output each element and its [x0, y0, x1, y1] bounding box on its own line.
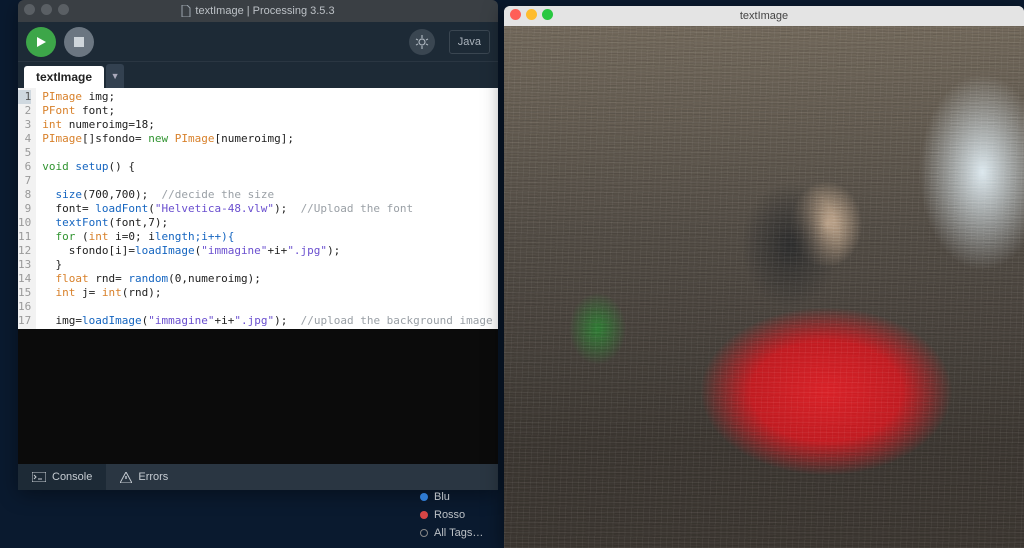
tag-dot-icon [420, 511, 428, 519]
finder-tags-panel: Blu Rosso All Tags… [420, 488, 520, 542]
mode-label: Java [458, 36, 481, 48]
file-icon [181, 5, 191, 17]
code-area[interactable]: PImage img;PFont font;int numeroimg=18;P… [36, 88, 498, 329]
tag-label: Rosso [434, 509, 465, 521]
tab-textimage[interactable]: textImage [24, 66, 104, 88]
tab-menu-button[interactable]: ▼ [106, 64, 124, 88]
zoom-icon[interactable] [542, 9, 553, 20]
sketch-title: textImage [740, 10, 788, 22]
sketch-window-controls [510, 9, 553, 20]
run-button[interactable] [26, 27, 56, 57]
tag-all[interactable]: All Tags… [420, 524, 520, 542]
console-output[interactable] [18, 329, 498, 464]
window-controls [24, 4, 69, 15]
tag-dot-icon [420, 493, 428, 501]
close-icon[interactable] [510, 9, 521, 20]
zoom-icon[interactable] [58, 4, 69, 15]
mode-selector[interactable]: Java [449, 30, 490, 54]
footer-tab-errors[interactable]: Errors [106, 464, 182, 490]
ide-footer: Console Errors [18, 464, 498, 490]
line-gutter: 1234567891011121314151617 [18, 88, 36, 329]
tab-bar: textImage ▼ [18, 62, 498, 88]
ide-toolbar: Java [18, 22, 498, 62]
tag-dot-icon [420, 529, 428, 537]
footer-console-label: Console [52, 471, 92, 483]
console-icon [32, 472, 46, 482]
sketch-titlebar[interactable]: textImage [504, 6, 1024, 26]
stop-button[interactable] [64, 27, 94, 57]
tag-blu[interactable]: Blu [420, 488, 520, 506]
close-icon[interactable] [24, 4, 35, 15]
tab-label: textImage [36, 70, 92, 84]
debug-button[interactable] [409, 29, 435, 55]
ide-title: textImage | Processing 3.5.3 [195, 5, 334, 17]
processing-ide-window: textImage | Processing 3.5.3 Java textIm… [18, 0, 498, 490]
minimize-icon[interactable] [41, 4, 52, 15]
tag-label: All Tags… [434, 527, 483, 539]
warning-icon [120, 472, 132, 483]
code-editor[interactable]: 1234567891011121314151617 PImage img;PFo… [18, 88, 498, 329]
footer-tab-console[interactable]: Console [18, 464, 106, 490]
tag-rosso[interactable]: Rosso [420, 506, 520, 524]
tag-label: Blu [434, 491, 450, 503]
minimize-icon[interactable] [526, 9, 537, 20]
sketch-window: textImage [504, 6, 1024, 548]
sketch-canvas [504, 26, 1024, 548]
ide-titlebar[interactable]: textImage | Processing 3.5.3 [18, 0, 498, 22]
footer-errors-label: Errors [138, 471, 168, 483]
